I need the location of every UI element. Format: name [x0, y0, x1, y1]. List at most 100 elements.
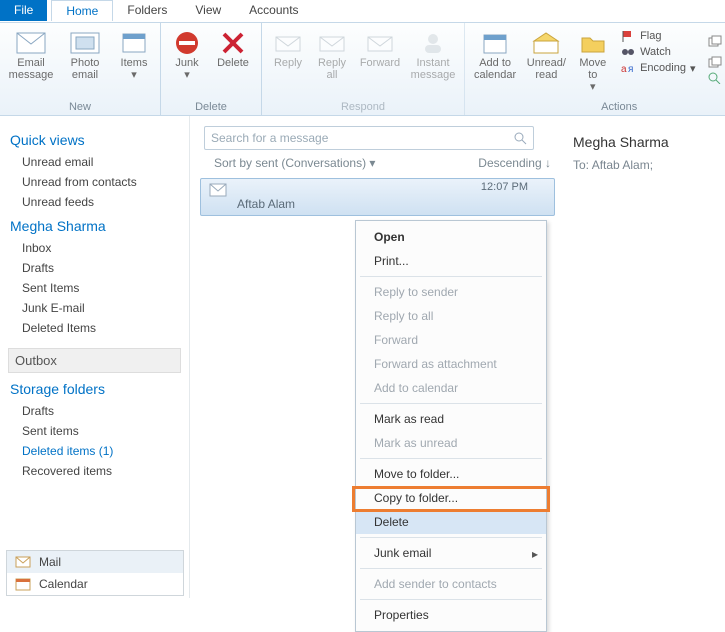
message-from: Aftab Alam: [237, 197, 295, 211]
encoding-icon: aя: [620, 61, 636, 75]
search-placeholder: Search for a message: [211, 131, 328, 145]
ctx-move-to[interactable]: Move to folder...: [356, 462, 546, 486]
calendar-icon: [15, 577, 31, 591]
folder-junk[interactable]: Junk E-mail: [8, 298, 181, 318]
sort-by-button[interactable]: Sort by sent (Conversations) ▾: [214, 156, 375, 170]
storage-sent[interactable]: Sent items: [8, 421, 181, 441]
folder-inbox[interactable]: Inbox: [8, 238, 181, 258]
separator: [360, 403, 542, 404]
ctx-forward[interactable]: Forward: [356, 328, 546, 352]
account-header[interactable]: Megha Sharma: [10, 218, 181, 234]
ribbon-group-delete: Junk▾ Delete Delete: [161, 23, 262, 115]
watch-button[interactable]: Watch: [620, 45, 695, 59]
tab-file[interactable]: File: [0, 0, 47, 21]
chevron-down-icon: ▾: [131, 69, 137, 81]
reply-button[interactable]: Reply: [268, 27, 308, 69]
chevron-down-icon: ▾: [690, 62, 696, 75]
arrow-down-icon: ↓: [545, 156, 551, 170]
tab-folders[interactable]: Folders: [113, 0, 181, 21]
find-button[interactable]: Find ▾: [707, 71, 725, 85]
forward-icon: [364, 29, 396, 57]
storage-recovered[interactable]: Recovered items: [8, 461, 181, 481]
copy-to-button[interactable]: Copy to: [707, 29, 725, 53]
search-input[interactable]: Search for a message: [204, 126, 534, 150]
group-title-delete: Delete: [167, 101, 255, 113]
reading-to: To: Aftab Alam;: [573, 158, 717, 172]
email-message-button[interactable]: Email message: [6, 27, 56, 81]
quick-unread-feeds[interactable]: Unread feeds: [8, 192, 181, 212]
nav-mail[interactable]: Mail: [7, 551, 183, 573]
nav-calendar[interactable]: Calendar: [7, 573, 183, 595]
chevron-down-icon: ▾: [590, 81, 596, 93]
encoding-button[interactable]: aяEncoding ▾: [620, 61, 695, 75]
nav-switcher: Mail Calendar: [6, 550, 184, 596]
svg-text:a: a: [621, 64, 627, 74]
folder-sent[interactable]: Sent Items: [8, 278, 181, 298]
tab-view[interactable]: View: [181, 0, 235, 21]
sort-order-button[interactable]: Descending ↓: [478, 156, 551, 170]
ctx-print[interactable]: Print...: [356, 249, 546, 273]
actions-side-col-2: Copy to Copy Find ▾: [703, 27, 725, 87]
ribbon-group-actions: Add to calendar Unread/ read Move to▾ Fl…: [465, 23, 725, 115]
context-menu: Open Print... Reply to sender Reply to a…: [355, 220, 547, 632]
reply-all-button[interactable]: Reply all: [312, 27, 352, 81]
message-time: 12:07 PM: [481, 181, 528, 193]
flag-icon: [620, 29, 636, 43]
ctx-mark-read[interactable]: Mark as read: [356, 407, 546, 431]
junk-button[interactable]: Junk▾: [167, 27, 207, 81]
flag-button[interactable]: Flag: [620, 29, 695, 43]
reading-pane: Megha Sharma To: Aftab Alam;: [565, 116, 725, 598]
copy-button[interactable]: Copy: [707, 55, 725, 69]
add-to-calendar-button[interactable]: Add to calendar: [471, 27, 519, 81]
tab-accounts[interactable]: Accounts: [235, 0, 312, 21]
group-title-new: New: [6, 101, 154, 113]
ctx-copy-to[interactable]: Copy to folder...: [356, 486, 546, 510]
reply-icon: [272, 29, 304, 57]
storage-drafts[interactable]: Drafts: [8, 401, 181, 421]
quick-unread-contacts[interactable]: Unread from contacts: [8, 172, 181, 192]
ctx-reply-all[interactable]: Reply to all: [356, 304, 546, 328]
ctx-delete[interactable]: Delete: [356, 510, 546, 534]
folder-outbox[interactable]: Outbox: [8, 348, 181, 373]
folder-deleted[interactable]: Deleted Items: [8, 318, 181, 338]
ctx-mark-unread[interactable]: Mark as unread: [356, 431, 546, 455]
unread-read-button[interactable]: Unread/ read: [523, 27, 569, 81]
ctx-properties[interactable]: Properties: [356, 603, 546, 627]
quick-unread-email[interactable]: Unread email: [8, 152, 181, 172]
items-icon: [118, 29, 150, 57]
ribbon-group-new: Email message Photo email Items▾ New: [0, 23, 161, 115]
copy-icon: [707, 55, 723, 69]
envelope-open-icon: [530, 29, 562, 57]
ribbon-group-respond: Reply Reply all Forward Instant message …: [262, 23, 465, 115]
storage-header[interactable]: Storage folders: [10, 381, 181, 397]
message-row[interactable]: 12:07 PM Aftab Alam: [200, 178, 555, 216]
ctx-add-calendar[interactable]: Add to calendar: [356, 376, 546, 400]
items-button[interactable]: Items▾: [114, 27, 154, 81]
sort-bar: Sort by sent (Conversations) ▾ Descendin…: [214, 156, 551, 170]
forward-button[interactable]: Forward: [356, 27, 404, 69]
menu-bar: File Home Folders View Accounts: [0, 0, 725, 22]
envelope-icon: [209, 183, 227, 197]
ctx-junk-email[interactable]: Junk email▸: [356, 541, 546, 565]
ribbon: Email message Photo email Items▾ New Jun…: [0, 22, 725, 116]
instant-message-button[interactable]: Instant message: [408, 27, 458, 81]
chevron-down-icon: ▾: [184, 69, 190, 81]
ctx-forward-attachment[interactable]: Forward as attachment: [356, 352, 546, 376]
move-to-button[interactable]: Move to▾: [574, 27, 613, 93]
photo-envelope-icon: [69, 29, 101, 57]
photo-email-button[interactable]: Photo email: [60, 27, 110, 81]
group-title-actions: Actions: [471, 101, 725, 113]
ctx-add-sender[interactable]: Add sender to contacts: [356, 572, 546, 596]
separator: [360, 599, 542, 600]
quick-views-header[interactable]: Quick views: [10, 132, 181, 148]
search-icon: [513, 131, 527, 145]
delete-button[interactable]: Delete: [211, 27, 255, 69]
folder-drafts[interactable]: Drafts: [8, 258, 181, 278]
chevron-down-icon: ▾: [366, 156, 375, 170]
svg-text:я: я: [628, 64, 633, 74]
tab-home[interactable]: Home: [51, 0, 113, 21]
calendar-icon: [479, 29, 511, 57]
ctx-open[interactable]: Open: [356, 225, 546, 249]
storage-deleted[interactable]: Deleted items (1): [8, 441, 181, 461]
ctx-reply-sender[interactable]: Reply to sender: [356, 280, 546, 304]
